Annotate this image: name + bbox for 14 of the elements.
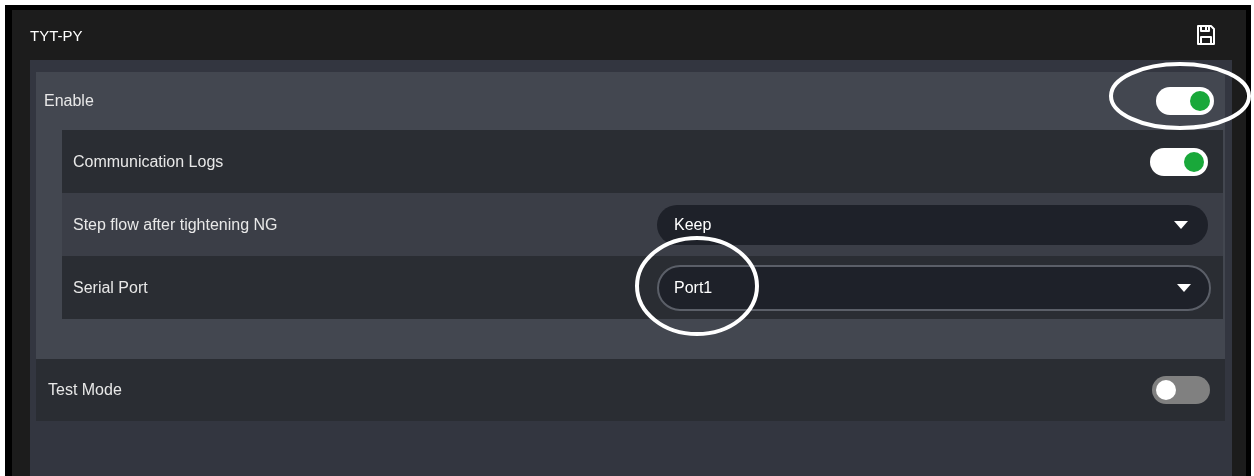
- caret-icon: [1174, 220, 1188, 229]
- dropdown[interactable]: Port1: [657, 264, 1211, 311]
- setting-label: Step flow after tightening NG: [73, 215, 279, 234]
- panel-title: TYT-PY: [30, 26, 83, 44]
- setting-label: Serial Port: [73, 278, 149, 297]
- toggle-switch[interactable]: [1156, 87, 1214, 115]
- dropdown[interactable]: Keep: [657, 204, 1208, 245]
- setting-label: Communication Logs: [73, 152, 225, 171]
- toggle-switch[interactable]: [1152, 376, 1210, 404]
- setting-label: Test Mode: [48, 381, 122, 399]
- caret-icon: [1177, 283, 1191, 292]
- setting-label: Enable: [44, 92, 94, 110]
- save-icon[interactable]: [1196, 24, 1216, 46]
- toggle-switch[interactable]: [1150, 147, 1208, 176]
